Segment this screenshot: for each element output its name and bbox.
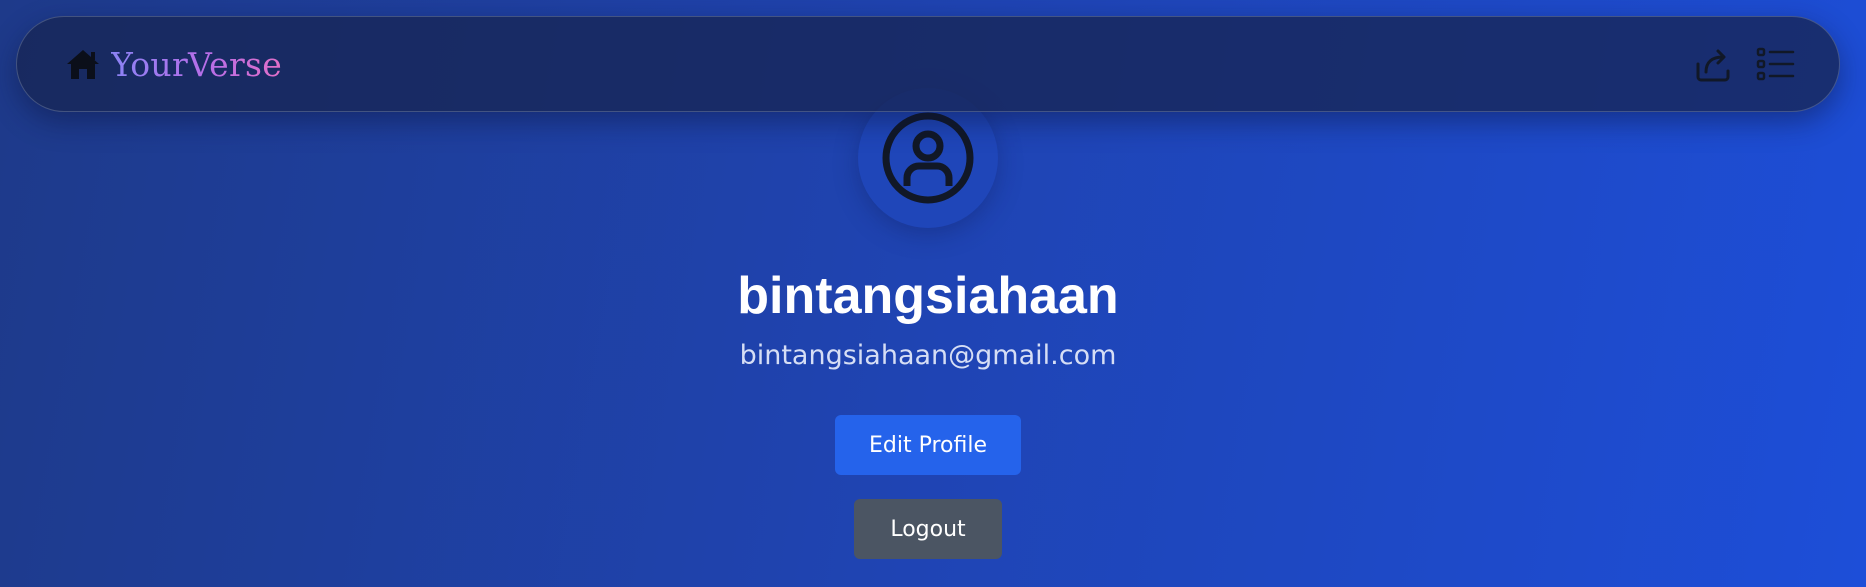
brand-link[interactable]: YourVerse: [65, 45, 282, 84]
profile-email: bintangsiahaan@gmail.com: [739, 340, 1117, 371]
nav-actions: [1693, 44, 1795, 84]
list-menu-icon[interactable]: [1755, 44, 1795, 84]
home-icon[interactable]: [65, 46, 101, 82]
brand-name[interactable]: YourVerse: [111, 45, 282, 84]
profile-username: bintangsiahaan: [737, 267, 1119, 325]
share-icon[interactable]: [1693, 44, 1733, 84]
logout-button[interactable]: Logout: [854, 499, 1002, 559]
top-navbar: YourVerse: [16, 16, 1840, 112]
edit-profile-button[interactable]: Edit Profile: [835, 415, 1021, 475]
user-circle-icon: [880, 110, 976, 206]
